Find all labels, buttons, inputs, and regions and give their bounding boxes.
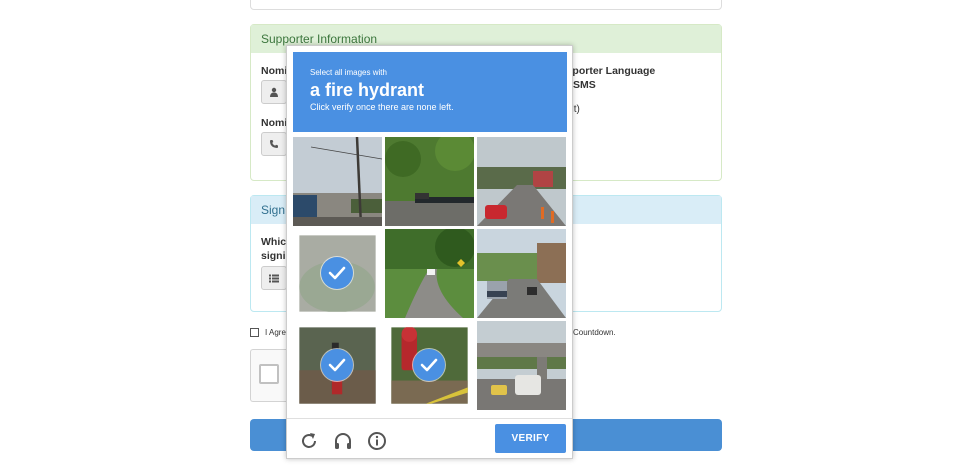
which-label: Whic [261, 236, 287, 248]
tile-photo [293, 137, 382, 226]
tile-photo [385, 137, 474, 226]
challenge-footer: VERIFY [287, 418, 572, 458]
nominee-phone-label: Nomi [261, 117, 288, 129]
agree-text: I Agre [265, 328, 286, 337]
tile-photo [385, 229, 474, 318]
captcha-challenge: Select all images with a fire hydrant Cl… [286, 45, 573, 459]
phone-icon [261, 132, 287, 156]
selected-check-icon [321, 349, 353, 381]
recaptcha-checkbox[interactable] [259, 364, 279, 384]
previous-card [250, 0, 722, 10]
page: Supporter Information Nomi Nomi pporter … [0, 0, 960, 465]
challenge-sub-instruction: Click verify once there are none left. [310, 102, 454, 112]
agree-checkbox[interactable] [250, 328, 259, 337]
user-icon [261, 80, 287, 104]
which-label-line2: signi [261, 250, 286, 262]
tile-photo [477, 137, 566, 226]
agree-text-end: Countdown. [573, 328, 616, 337]
image-tile-9[interactable] [477, 321, 566, 410]
tile-photo [477, 321, 566, 410]
challenge-instruction: Select all images with [310, 68, 387, 77]
nominee-label: Nomi [261, 65, 288, 77]
challenge-banner: Select all images with a fire hydrant Cl… [293, 52, 567, 132]
image-tile-7[interactable] [293, 321, 382, 410]
selected-check-icon [321, 257, 353, 289]
image-tile-4[interactable] [293, 229, 382, 318]
image-tile-2[interactable] [385, 137, 474, 226]
image-tile-6[interactable] [477, 229, 566, 318]
image-tile-1[interactable] [293, 137, 382, 226]
reload-icon[interactable] [299, 431, 319, 451]
info-icon[interactable] [367, 431, 387, 451]
image-tile-5[interactable] [385, 229, 474, 318]
list-icon [261, 266, 287, 290]
selected-check-icon [413, 349, 445, 381]
tile-photo [477, 229, 566, 318]
headphones-icon[interactable] [333, 431, 353, 451]
image-tile-3[interactable] [477, 137, 566, 226]
image-grid [293, 137, 567, 411]
verify-button[interactable]: VERIFY [495, 424, 566, 453]
image-tile-8[interactable] [385, 321, 474, 410]
challenge-target: a fire hydrant [310, 80, 425, 100]
language-label: pporter Language [566, 65, 656, 77]
